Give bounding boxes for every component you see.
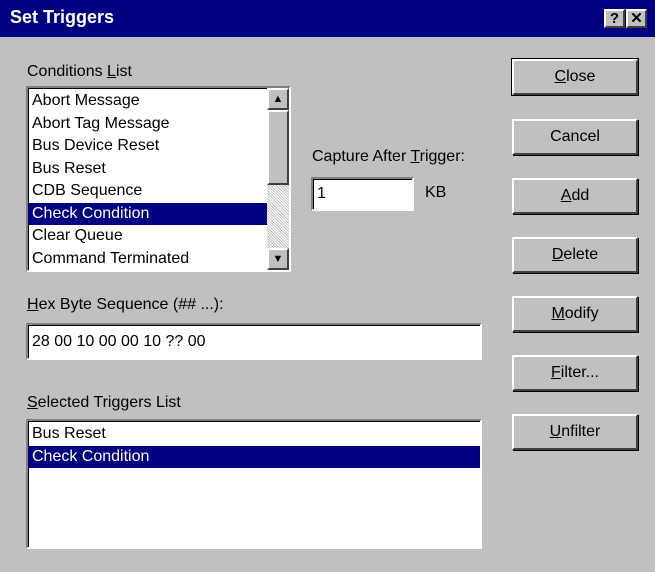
conditions-label-accel: L [107, 63, 116, 80]
hex-label-post: ex Byte Sequence (## ...): [38, 296, 224, 313]
modify-accel: M [551, 305, 565, 322]
filter-accel: F [550, 364, 561, 381]
capture-after-trigger-label: Capture After Trigger: [312, 148, 465, 166]
hex-sequence-input[interactable]: 28 00 10 00 00 10 ?? 00 [26, 323, 482, 360]
condition-list-item[interactable]: Bus Reset [28, 158, 267, 181]
capture-size-input[interactable]: 1 [311, 177, 414, 211]
delete-accel: D [551, 246, 564, 263]
selected-triggers-list[interactable]: Bus Reset Check Condition [26, 419, 482, 549]
selected-label-accel: S [27, 394, 38, 411]
close-accel: C [554, 68, 567, 85]
selected-trigger-list-item[interactable]: Check Condition [28, 445, 480, 468]
close-window-button[interactable]: ✕ [626, 9, 647, 28]
filter-button[interactable]: Filter... [512, 355, 638, 391]
condition-list-item[interactable]: Check Condition [28, 202, 267, 225]
selected-label-post: elected Triggers List [37, 394, 181, 411]
scroll-down-icon[interactable]: ▼ [267, 248, 289, 270]
unfilter-rest: nfilter [561, 423, 601, 440]
conditions-list-label: Conditions List [27, 63, 132, 81]
help-button[interactable]: ? [604, 9, 625, 28]
conditions-label-post: ist [115, 63, 132, 80]
condition-list-item[interactable]: Command Terminated [28, 248, 267, 271]
condition-list-item[interactable]: Abort Message [28, 90, 267, 113]
window-title: Set Triggers [10, 7, 115, 27]
scroll-up-icon[interactable]: ▲ [267, 88, 289, 110]
close-button[interactable]: Close [511, 58, 639, 96]
selected-triggers-items: Bus Reset Check Condition [28, 423, 480, 468]
modify-rest: odify [564, 305, 599, 322]
delete-rest: elete [563, 246, 599, 263]
condition-list-item[interactable]: Abort Tag Message [28, 113, 267, 136]
cancel-rest: Cancel [550, 128, 600, 145]
conditions-list[interactable]: Abort Message Abort Tag Message Bus Device… [26, 86, 291, 272]
unfilter-accel: U [549, 423, 562, 440]
capture-unit-label: KB [425, 184, 447, 201]
capture-label-accel: T [410, 148, 420, 165]
set-triggers-dialog: Set Triggers ? ✕ Conditions List Abort M… [0, 0, 655, 572]
condition-list-item[interactable]: CDB Sequence [28, 180, 267, 203]
scroll-thumb[interactable] [267, 110, 289, 185]
conditions-scrollbar[interactable]: ▲ ▼ [267, 88, 289, 270]
conditions-label-pre: Conditions [27, 63, 108, 80]
title-bar[interactable]: Set Triggers ? ✕ [0, 0, 655, 37]
capture-label-pre: Capture After [312, 148, 411, 165]
cancel-button[interactable]: Cancel [512, 119, 638, 155]
unfilter-button[interactable]: Unfilter [512, 414, 638, 450]
filter-rest: ilter... [560, 364, 599, 381]
condition-list-item[interactable]: Bus Device Reset [28, 135, 267, 158]
hex-sequence-value: 28 00 10 00 00 10 ?? 00 [32, 333, 206, 350]
hex-label-accel: H [27, 296, 39, 313]
add-rest: dd [571, 187, 590, 204]
selected-triggers-label: Selected Triggers List [27, 394, 181, 412]
capture-label-post: rigger: [419, 148, 465, 165]
conditions-items: Abort Message Abort Tag Message Bus Device… [28, 90, 267, 270]
delete-button[interactable]: Delete [512, 237, 638, 273]
selected-trigger-list-item[interactable]: Bus Reset [28, 423, 480, 446]
capture-size-value: 1 [317, 185, 326, 202]
hex-sequence-label: Hex Byte Sequence (## ...): [27, 296, 224, 314]
modify-button[interactable]: Modify [512, 296, 638, 332]
condition-list-item[interactable]: Clear Queue [28, 225, 267, 248]
add-accel: A [560, 187, 572, 204]
add-button[interactable]: Add [512, 178, 638, 214]
close-rest: lose [566, 68, 596, 85]
